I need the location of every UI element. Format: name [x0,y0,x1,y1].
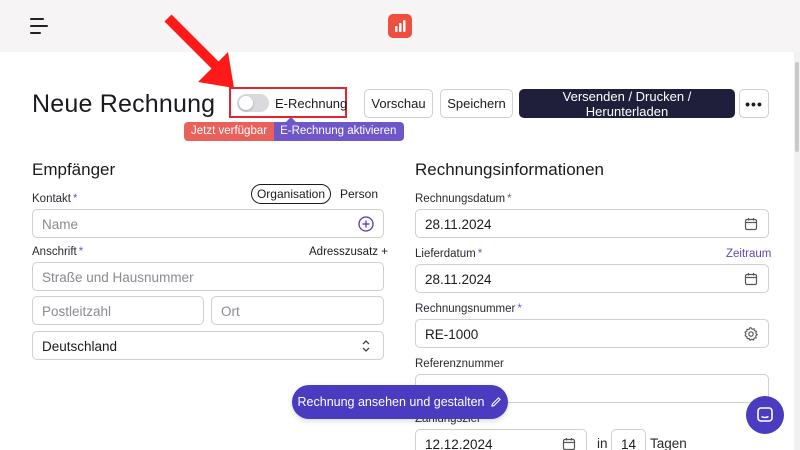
invoice-number-input[interactable]: RE-1000 [415,319,769,348]
select-arrows-icon [362,340,370,352]
calendar-icon[interactable] [743,271,759,287]
fab-label: Rechnung ansehen und gestalten [297,395,485,409]
send-print-download-button[interactable]: Versenden / Drucken / Herunterladen [519,89,735,119]
street-input[interactable]: Straße und Hausnummer [32,262,384,291]
top-bar [0,0,800,52]
view-and-design-invoice-button[interactable]: Rechnung ansehen und gestalten [292,385,508,419]
invoice-date-label: Rechnungsdatum * [415,193,512,205]
days-input[interactable]: 14 [611,429,646,450]
new-badge: Jetzt verfügbar [184,122,275,141]
delivery-range-link[interactable]: Zeitraum [726,248,771,260]
zip-input[interactable]: Postleitzahl [32,296,204,325]
invoice-info-section-title: Rechnungsinformationen [415,160,605,179]
save-button[interactable]: Speichern [440,89,513,118]
calendar-icon[interactable] [743,216,759,232]
erechnung-toggle[interactable] [237,94,269,112]
address-label: Anschrift * [32,246,84,258]
country-select[interactable]: Deutschland [32,331,384,360]
delivery-date-input[interactable]: 28.11.2024 [415,264,769,293]
contact-label: Kontakt * [32,193,78,205]
address-extra-link[interactable]: Adresszusatz + [309,246,388,258]
chat-icon [757,407,773,422]
page-title: Neue Rechnung [32,90,216,118]
reference-label: Referenznummer [415,358,504,370]
erechnung-badge: Jetzt verfügbar E-Rechnung aktivieren [184,117,405,141]
type-person-option[interactable]: Person [335,184,383,204]
more-options-button[interactable]: ••• [739,89,769,118]
city-input[interactable]: Ort [211,296,384,325]
add-contact-icon[interactable] [358,216,374,232]
invoice-number-label: Rechnungsnummer * [415,303,522,315]
preview-button[interactable]: Vorschau [364,89,433,118]
in-label: in [597,436,608,450]
invoice-date-input[interactable]: 28.11.2024 [415,209,769,238]
type-organisation-option[interactable]: Organisation [251,184,331,204]
due-date-input[interactable]: 12.12.2024 [415,429,587,450]
chat-launcher-button[interactable] [746,396,784,434]
days-label: Tagen [650,436,687,450]
recipient-section-title: Empfänger [32,160,116,179]
bar-chart-logo-icon[interactable] [388,14,412,38]
page-scrollbar[interactable] [794,52,800,450]
name-input[interactable]: Name [32,209,384,238]
pencil-icon [491,397,502,407]
calendar-icon[interactable] [561,436,577,450]
delivery-date-label: Lieferdatum * [415,248,483,260]
erechnung-toggle-label[interactable]: E-Rechnung [275,96,347,111]
hamburger-icon[interactable] [30,18,48,34]
activate-erechnung-link[interactable]: E-Rechnung aktivieren [274,117,405,141]
settings-gear-icon[interactable] [743,326,759,342]
